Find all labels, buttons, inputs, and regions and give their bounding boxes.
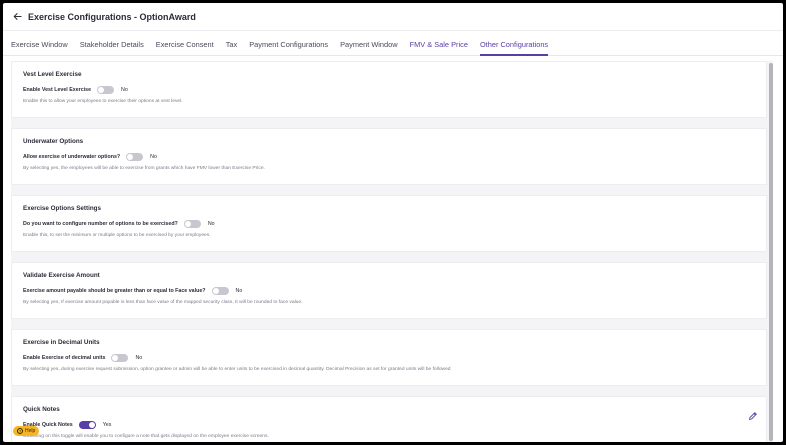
tab-exercise-consent[interactable]: Exercise Consent	[156, 40, 214, 55]
page-header: Exercise Configurations - OptionAward	[3, 3, 783, 31]
section-exercise-in-decimal-units: Exercise in Decimal Units Enable Exercis…	[11, 329, 767, 386]
vest-level-exercise-toggle[interactable]	[97, 85, 115, 94]
toggle-state: No	[235, 287, 243, 294]
toggle-state: Yes	[102, 421, 112, 428]
section-vest-level-exercise: Vest Level Exercise Enable Vest Level Ex…	[11, 61, 767, 118]
help-button[interactable]: ? Help	[13, 426, 40, 436]
question-circle-icon: ?	[17, 428, 23, 434]
toggle-state: No	[135, 354, 143, 361]
section-quick-notes: Quick Notes Enable Quick Notes Yes Switc…	[11, 396, 767, 442]
setting-label: Do you want to configure number of optio…	[23, 220, 178, 227]
setting-label: Enable Exercise of decimal units	[23, 354, 106, 361]
setting-description: By selecting yes, If exercise amount pay…	[23, 300, 303, 305]
setting-label: Allow exercise of underwater options?	[23, 153, 121, 160]
scrollbar-thumb[interactable]	[769, 63, 773, 441]
setting-description: By selecting yes, the employees will be …	[23, 166, 265, 171]
tab-payment-configurations[interactable]: Payment Configurations	[249, 40, 328, 55]
tab-exercise-window[interactable]: Exercise Window	[11, 40, 68, 55]
arrow-left-icon	[13, 13, 22, 20]
tab-other-configurations[interactable]: Other Configurations	[479, 40, 549, 56]
section-exercise-options-settings: Exercise Options Settings Do you want to…	[11, 195, 767, 252]
edit-quick-notes-button[interactable]	[748, 408, 758, 420]
tab-payment-window[interactable]: Payment Window	[340, 40, 398, 55]
section-title: Validate Exercise Amount	[23, 272, 100, 279]
setting-description: By selecting yes, during exercise reques…	[23, 367, 451, 372]
decimal-units-toggle[interactable]	[111, 353, 129, 362]
pencil-icon	[749, 412, 757, 420]
configurations-content: Vest Level Exercise Enable Vest Level Ex…	[11, 61, 773, 442]
help-label: Help	[25, 428, 36, 434]
toggle-state: No	[121, 86, 128, 93]
section-title: Exercise Options Settings	[23, 205, 102, 212]
setting-label: Enable Vest Level Exercise	[23, 86, 92, 93]
app-window: Exercise Configurations - OptionAward Ex…	[3, 3, 783, 442]
tab-tax[interactable]: Tax	[226, 40, 238, 55]
setting-description: Enable this to allow your employees to e…	[23, 99, 183, 104]
section-title: Underwater Options	[23, 138, 84, 145]
page-title: Exercise Configurations - OptionAward	[28, 11, 196, 22]
setting-label: Exercise amount payable should be greate…	[23, 287, 206, 294]
exercise-options-toggle[interactable]	[183, 219, 201, 228]
tab-fmv-sale-price[interactable]: FMV & Sale Price	[410, 40, 468, 55]
section-title: Vest Level Exercise	[23, 71, 82, 78]
section-validate-exercise-amount: Validate Exercise Amount Exercise amount…	[11, 262, 767, 319]
tab-stakeholder-details[interactable]: Stakeholder Details	[80, 40, 144, 55]
setting-description: Switching on this toggle will enable you…	[23, 434, 269, 439]
validate-exercise-amount-toggle[interactable]	[211, 286, 229, 295]
section-underwater-options: Underwater Options Allow exercise of und…	[11, 128, 767, 185]
toggle-state: No	[207, 220, 215, 227]
setting-description: Enable this, to set the minimum or multi…	[23, 233, 211, 238]
back-button[interactable]	[11, 11, 23, 23]
quick-notes-toggle[interactable]	[78, 420, 96, 429]
section-title: Exercise in Decimal Units	[23, 339, 100, 346]
tab-bar: Exercise Window Stakeholder Details Exer…	[3, 31, 783, 56]
section-title: Quick Notes	[23, 406, 60, 413]
underwater-options-toggle[interactable]	[126, 152, 144, 161]
content-scrollbar[interactable]	[769, 63, 773, 442]
toggle-state: No	[150, 153, 157, 160]
